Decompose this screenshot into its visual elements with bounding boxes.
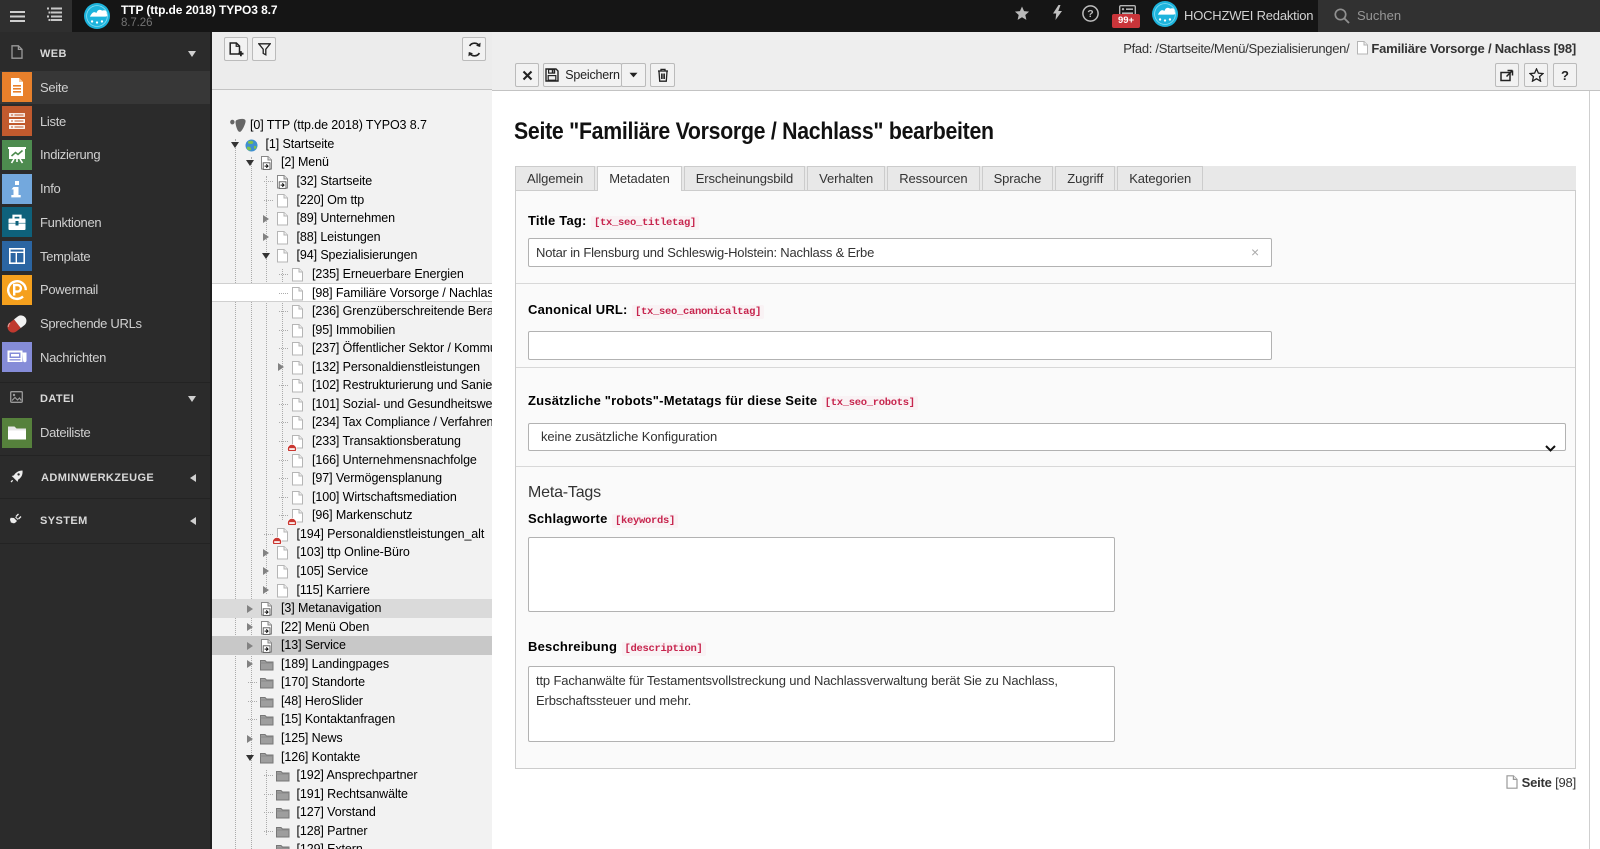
svg-text:?: ? [1087, 8, 1093, 20]
